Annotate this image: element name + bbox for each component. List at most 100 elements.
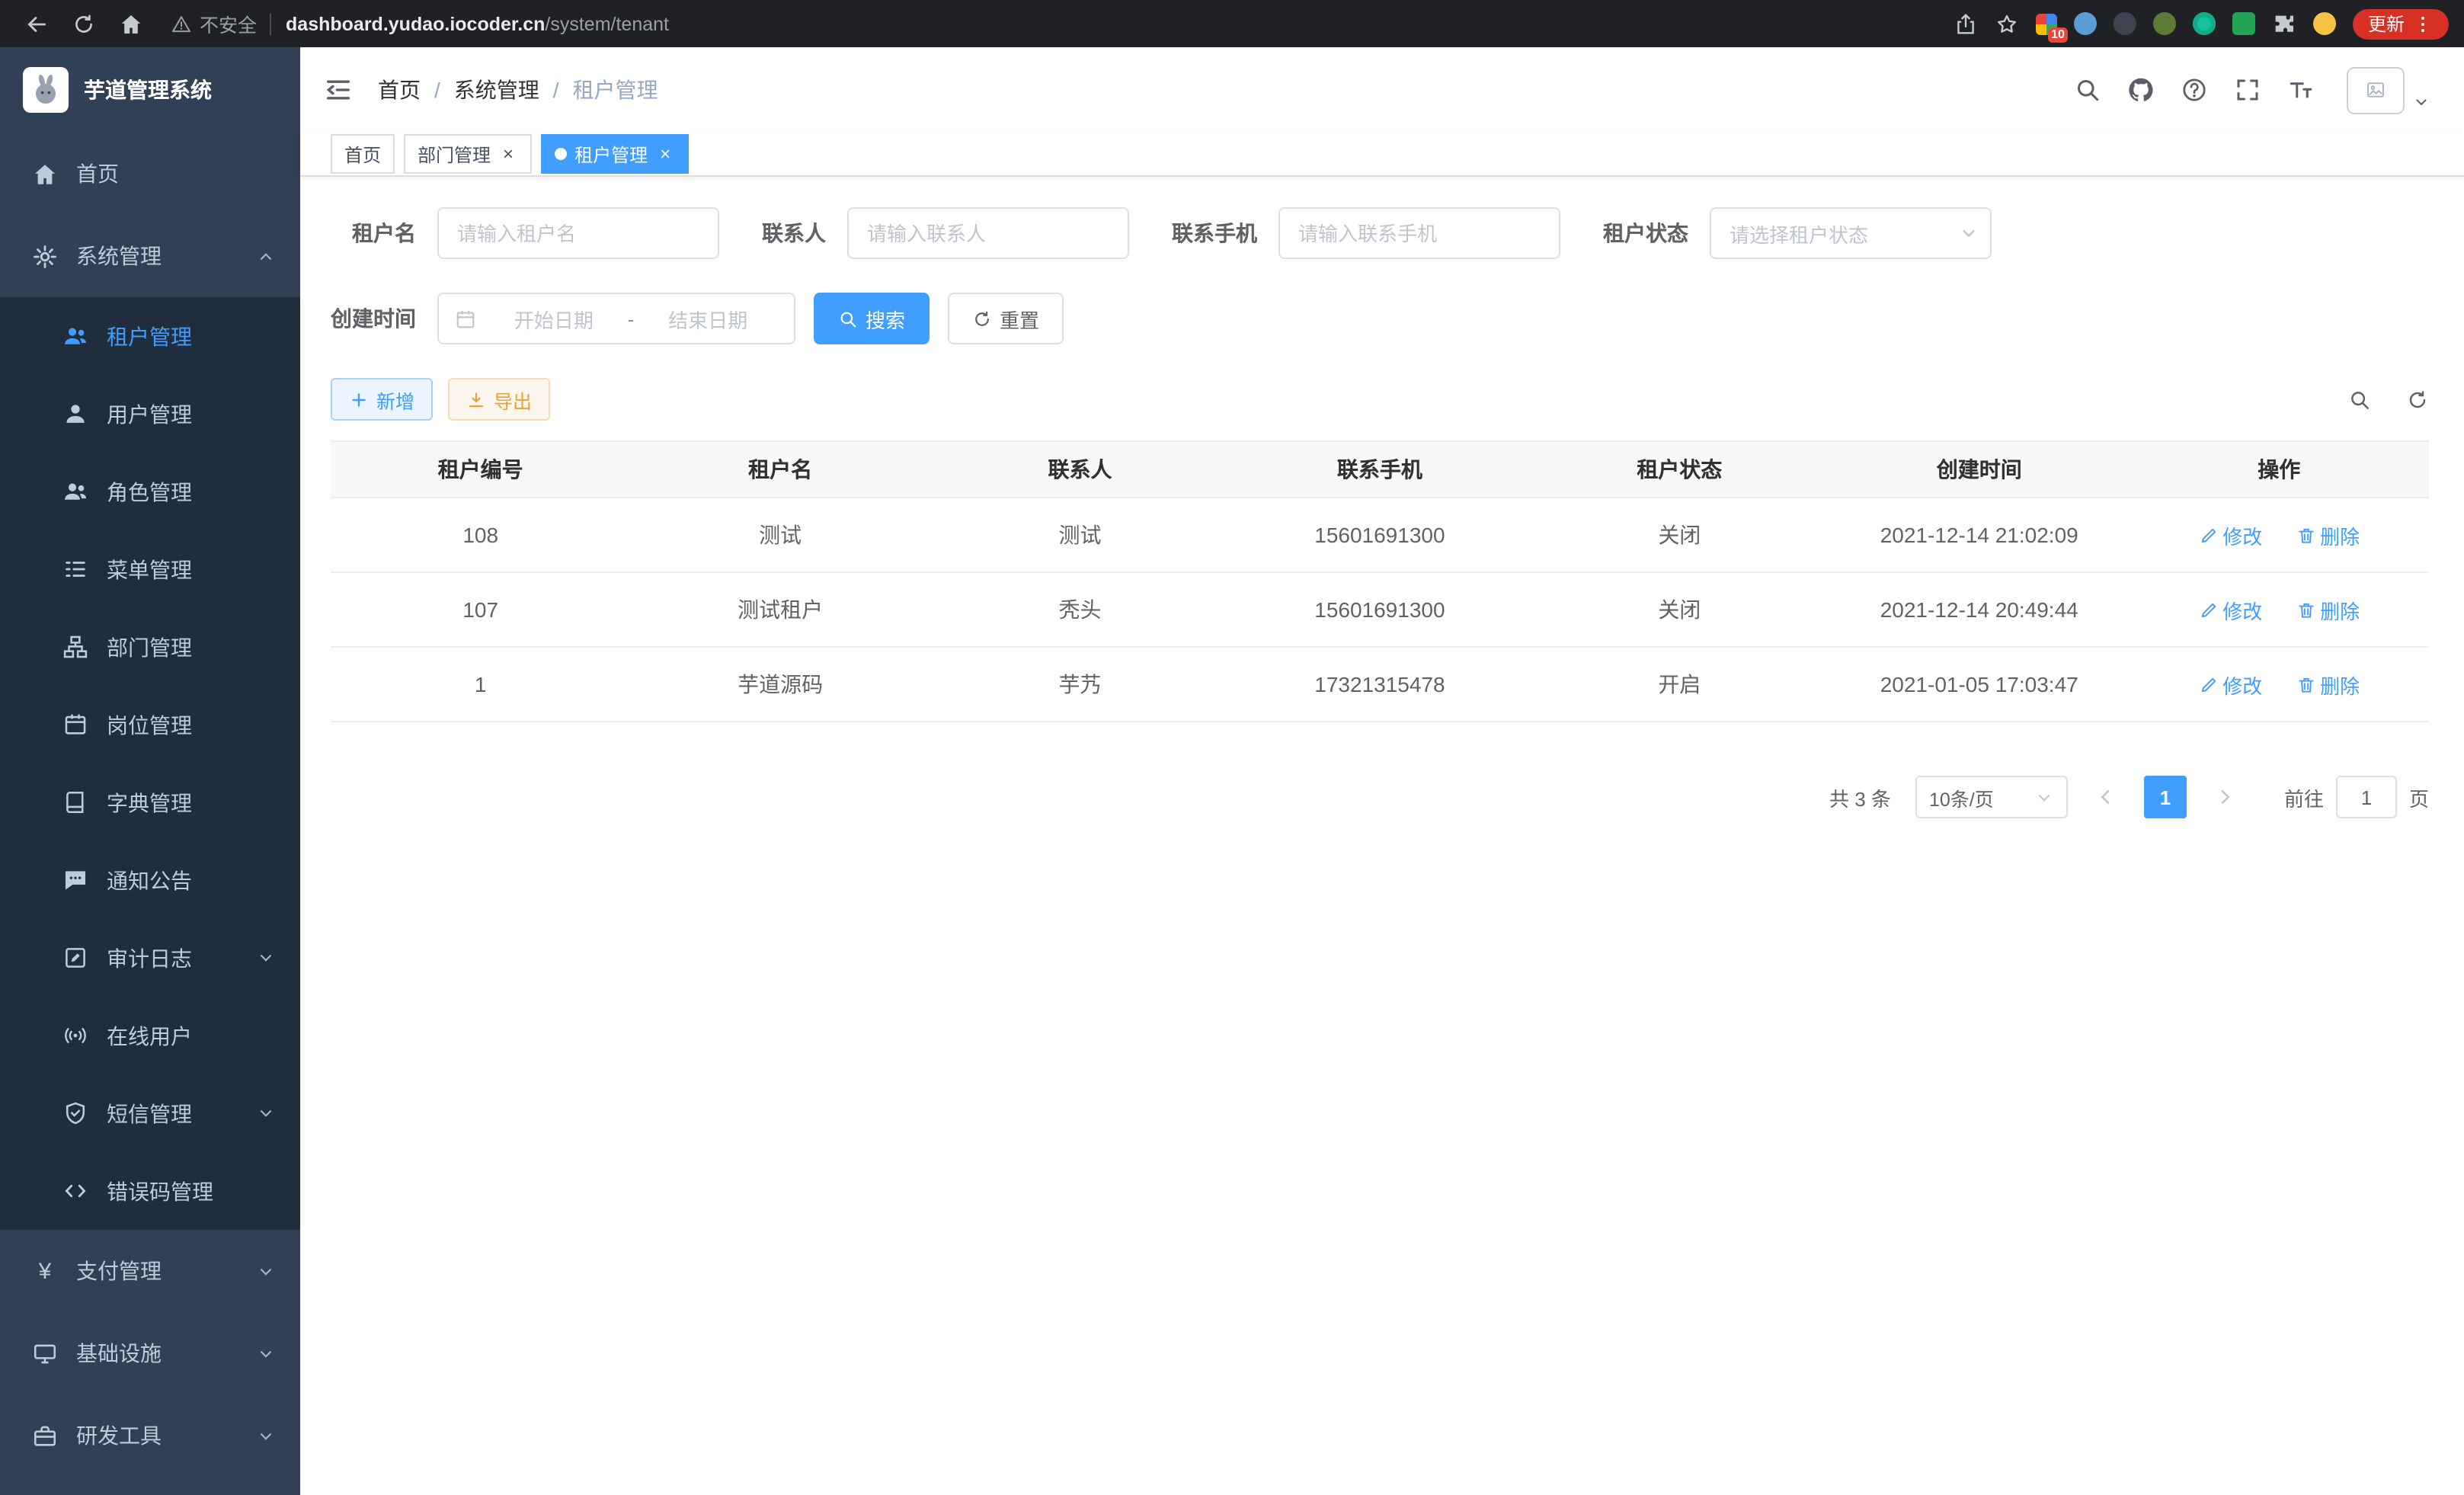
status-label: 租户状态 [1603,218,1688,248]
security-indicator[interactable]: 不安全 [171,9,257,38]
toolbox-icon [32,1423,58,1449]
status-select[interactable]: 请选择租户状态 [1710,207,1992,259]
refresh-icon[interactable] [2406,388,2429,411]
filter-row-1: 租户名 联系人 联系手机 租户状态 请选择租户状态 [331,207,2429,259]
edit-button[interactable]: 修改 [2198,520,2262,549]
caret-down-icon [2412,92,2430,110]
book-icon [62,789,88,815]
tab-dept[interactable]: 部门管理 × [404,134,532,174]
sidebar-item-user[interactable]: 用户管理 [0,375,300,453]
back-icon[interactable] [24,11,49,36]
sidebar-item-audit-log[interactable]: 审计日志 [0,919,300,997]
add-button[interactable]: 新增 [331,378,433,421]
contact-label: 联系人 [762,218,826,248]
search-button[interactable]: 搜索 [814,293,930,344]
sidebar-item-dict[interactable]: 字典管理 [0,764,300,841]
sidebar-item-notice[interactable]: 通知公告 [0,841,300,919]
cell-status: 关闭 [1530,498,1829,572]
delete-button[interactable]: 删除 [2296,670,2360,699]
cell-phone: 17321315478 [1230,647,1529,722]
browser-menu-icon[interactable] [2412,13,2434,34]
sidebar-item-system[interactable]: 系统管理 [0,215,300,297]
filter-create-time: 创建时间 开始日期 - 结束日期 [331,293,795,344]
bookmark-star-icon[interactable] [1995,11,2019,36]
browser-home-icon[interactable] [119,11,143,36]
column-header: 租户状态 [1530,441,1829,498]
sidebar-item-home[interactable]: 首页 [0,133,300,215]
export-button[interactable]: 导出 [448,378,550,421]
prev-page-button[interactable] [2086,776,2126,818]
extension-icon[interactable] [2153,12,2176,35]
tab-home[interactable]: 首页 [331,134,395,174]
close-icon[interactable]: × [655,143,675,165]
user-menu[interactable] [2347,66,2430,114]
avatar[interactable] [2347,66,2405,114]
extension-icon[interactable]: 10 [2036,13,2057,34]
next-page-button[interactable] [2205,776,2245,818]
chrome-update-button[interactable]: 更新 [2353,8,2449,39]
sidebar-item-dev-tools[interactable]: 研发工具 [0,1394,300,1477]
gear-icon [32,243,58,269]
sidebar-item-role[interactable]: 角色管理 [0,453,300,530]
sidebar-item-dept[interactable]: 部门管理 [0,608,300,686]
page-number-button[interactable]: 1 [2144,776,2187,818]
fullscreen-icon[interactable] [2234,76,2261,104]
sidebar-item-infra[interactable]: 基础设施 [0,1312,300,1394]
org-tree-icon [62,634,88,660]
date-start-placeholder: 开始日期 [483,304,625,333]
github-icon[interactable] [2127,76,2155,104]
delete-button[interactable]: 删除 [2296,520,2360,549]
extension-icon[interactable] [2193,12,2216,35]
toolbar-right-actions [2348,388,2429,411]
toggle-search-icon[interactable] [2348,388,2371,411]
security-label: 不安全 [200,9,257,38]
sidebar-item-online-user[interactable]: 在线用户 [0,997,300,1074]
sidebar-fold-icon[interactable] [323,75,354,105]
sidebar-item-payment[interactable]: ¥ 支付管理 [0,1230,300,1312]
date-range-picker[interactable]: 开始日期 - 结束日期 [437,293,795,344]
breadcrumb: 首页 / 系统管理 / 租户管理 [378,75,658,105]
sidebar-item-menu[interactable]: 菜单管理 [0,530,300,608]
edit-button[interactable]: 修改 [2198,595,2262,624]
tab-tenant[interactable]: 租户管理 × [541,134,689,174]
main-area: 首页 / 系统管理 / 租户管理 [300,47,2464,1495]
breadcrumb-item[interactable]: 系统管理 [454,75,539,105]
sidebar-item-tenant[interactable]: 租户管理 [0,297,300,375]
tenant-table: 租户编号 租户名 联系人 联系手机 租户状态 创建时间 操作 108 测试 [331,440,2429,722]
extension-badge: 10 [2048,27,2068,42]
cell-actions: 修改 删除 [2129,498,2429,572]
help-icon[interactable] [2181,76,2208,104]
extension-icon[interactable] [2232,12,2255,35]
logo-avatar [23,67,69,113]
tenant-name-input[interactable] [437,207,719,259]
column-header: 租户名 [630,441,930,498]
search-icon[interactable] [2074,76,2101,104]
page-size-select[interactable]: 10条/页 [1915,776,2068,818]
phone-input[interactable] [1278,207,1560,259]
jump-page-input[interactable] [2336,776,2397,818]
extension-icon[interactable] [2074,12,2097,35]
delete-button[interactable]: 删除 [2296,595,2360,624]
font-size-icon[interactable] [2287,76,2315,104]
sidebar-item-sms[interactable]: 短信管理 [0,1074,300,1152]
chevron-down-icon [256,948,276,968]
profile-avatar-icon[interactable] [2313,12,2336,35]
breadcrumb-separator: / [434,78,440,102]
address-bar[interactable]: dashboard.yudao.iocoder.cn/system/tenant [286,13,669,34]
logo: 芋道管理系统 [0,47,300,133]
chevron-down-icon [256,1103,276,1123]
rabbit-icon [27,72,64,108]
code-icon [62,1178,88,1204]
breadcrumb-item[interactable]: 首页 [378,75,421,105]
share-icon[interactable] [1954,11,1978,36]
reload-icon[interactable] [72,11,96,36]
sidebar-item-post[interactable]: 岗位管理 [0,686,300,764]
close-icon[interactable]: × [498,143,518,165]
extensions-puzzle-icon[interactable] [2272,11,2296,36]
edit-button[interactable]: 修改 [2198,670,2262,699]
contact-input[interactable] [847,207,1129,259]
refresh-icon [972,309,992,328]
reset-button[interactable]: 重置 [948,293,1064,344]
extension-icon[interactable] [2114,12,2136,35]
sidebar-item-error-code[interactable]: 错误码管理 [0,1152,300,1230]
